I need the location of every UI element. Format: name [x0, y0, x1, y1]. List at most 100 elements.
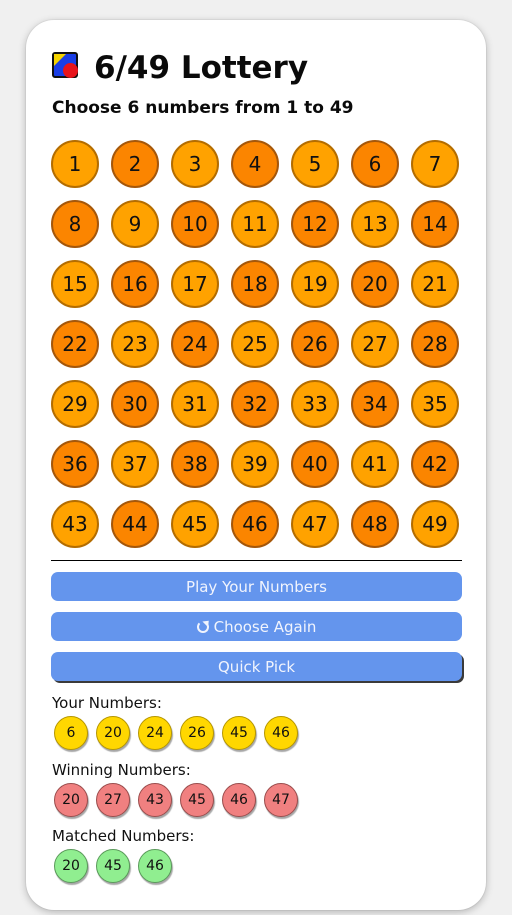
number-cell: 35 — [410, 379, 470, 439]
number-cell: 27 — [350, 319, 410, 379]
number-ball-18[interactable]: 18 — [231, 260, 279, 308]
number-cell: 17 — [170, 259, 230, 319]
number-ball-37[interactable]: 37 — [111, 440, 159, 488]
number-ball-29[interactable]: 29 — [51, 380, 99, 428]
page-title: 6/49 Lottery — [94, 50, 309, 86]
number-cell: 40 — [290, 439, 350, 499]
number-ball-9[interactable]: 9 — [111, 200, 159, 248]
number-cell: 30 — [110, 379, 170, 439]
number-cell: 21 — [410, 259, 470, 319]
number-ball-35[interactable]: 35 — [411, 380, 459, 428]
quick-pick-button[interactable]: Quick Pick — [51, 652, 462, 681]
your-number-ball: 6 — [54, 716, 88, 750]
play-numbers-button[interactable]: Play Your Numbers — [51, 572, 462, 601]
number-ball-23[interactable]: 23 — [111, 320, 159, 368]
number-ball-24[interactable]: 24 — [171, 320, 219, 368]
number-ball-34[interactable]: 34 — [351, 380, 399, 428]
number-ball-47[interactable]: 47 — [291, 500, 339, 548]
winning-number-ball: 47 — [264, 783, 298, 817]
winning-number-ball: 46 — [222, 783, 256, 817]
number-ball-4[interactable]: 4 — [231, 140, 279, 188]
instructions: Choose 6 numbers from 1 to 49 — [52, 98, 354, 118]
number-ball-48[interactable]: 48 — [351, 500, 399, 548]
number-ball-40[interactable]: 40 — [291, 440, 339, 488]
matched-number-ball: 20 — [54, 849, 88, 883]
number-cell: 37 — [110, 439, 170, 499]
number-ball-22[interactable]: 22 — [51, 320, 99, 368]
number-cell: 28 — [410, 319, 470, 379]
number-ball-44[interactable]: 44 — [111, 500, 159, 548]
number-ball-41[interactable]: 41 — [351, 440, 399, 488]
number-cell: 22 — [50, 319, 110, 379]
number-ball-3[interactable]: 3 — [171, 140, 219, 188]
number-ball-32[interactable]: 32 — [231, 380, 279, 428]
number-ball-17[interactable]: 17 — [171, 260, 219, 308]
number-ball-21[interactable]: 21 — [411, 260, 459, 308]
number-cell: 38 — [170, 439, 230, 499]
number-cell: 24 — [170, 319, 230, 379]
number-cell: 14 — [410, 199, 470, 259]
number-cell: 39 — [230, 439, 290, 499]
number-cell: 4 — [230, 139, 290, 199]
matched-number-ball: 46 — [138, 849, 172, 883]
your-number-ball: 20 — [96, 716, 130, 750]
number-cell: 12 — [290, 199, 350, 259]
number-ball-20[interactable]: 20 — [351, 260, 399, 308]
play-numbers-label: Play Your Numbers — [186, 577, 327, 596]
number-cell: 19 — [290, 259, 350, 319]
number-cell: 8 — [50, 199, 110, 259]
number-cell: 2 — [110, 139, 170, 199]
number-cell: 16 — [110, 259, 170, 319]
header: 6/49 Lottery — [52, 46, 308, 90]
number-cell: 25 — [230, 319, 290, 379]
number-cell: 23 — [110, 319, 170, 379]
number-ball-15[interactable]: 15 — [51, 260, 99, 308]
number-ball-25[interactable]: 25 — [231, 320, 279, 368]
number-ball-38[interactable]: 38 — [171, 440, 219, 488]
number-cell: 49 — [410, 499, 470, 559]
number-cell: 7 — [410, 139, 470, 199]
number-ball-14[interactable]: 14 — [411, 200, 459, 248]
number-ball-42[interactable]: 42 — [411, 440, 459, 488]
number-ball-10[interactable]: 10 — [171, 200, 219, 248]
number-ball-28[interactable]: 28 — [411, 320, 459, 368]
number-ball-46[interactable]: 46 — [231, 500, 279, 548]
number-ball-6[interactable]: 6 — [351, 140, 399, 188]
number-cell: 41 — [350, 439, 410, 499]
number-cell: 33 — [290, 379, 350, 439]
number-ball-5[interactable]: 5 — [291, 140, 339, 188]
choose-again-button[interactable]: Choose Again — [51, 612, 462, 641]
number-ball-49[interactable]: 49 — [411, 500, 459, 548]
lottery-card: 6/49 Lottery Choose 6 numbers from 1 to … — [26, 20, 486, 910]
number-ball-19[interactable]: 19 — [291, 260, 339, 308]
your-number-ball: 24 — [138, 716, 172, 750]
number-ball-2[interactable]: 2 — [111, 140, 159, 188]
number-ball-31[interactable]: 31 — [171, 380, 219, 428]
number-cell: 43 — [50, 499, 110, 559]
number-cell: 26 — [290, 319, 350, 379]
number-ball-33[interactable]: 33 — [291, 380, 339, 428]
number-ball-7[interactable]: 7 — [411, 140, 459, 188]
number-ball-45[interactable]: 45 — [171, 500, 219, 548]
divider — [51, 560, 462, 561]
number-ball-27[interactable]: 27 — [351, 320, 399, 368]
number-ball-8[interactable]: 8 — [51, 200, 99, 248]
number-ball-36[interactable]: 36 — [51, 440, 99, 488]
number-cell: 42 — [410, 439, 470, 499]
number-ball-11[interactable]: 11 — [231, 200, 279, 248]
number-ball-1[interactable]: 1 — [51, 140, 99, 188]
number-ball-30[interactable]: 30 — [111, 380, 159, 428]
number-ball-39[interactable]: 39 — [231, 440, 279, 488]
number-ball-43[interactable]: 43 — [51, 500, 99, 548]
number-cell: 44 — [110, 499, 170, 559]
winning-number-ball: 43 — [138, 783, 172, 817]
number-cell: 11 — [230, 199, 290, 259]
number-ball-12[interactable]: 12 — [291, 200, 339, 248]
number-cell: 34 — [350, 379, 410, 439]
winning-numbers-row: 20 27 43 45 46 47 — [54, 783, 298, 817]
number-ball-16[interactable]: 16 — [111, 260, 159, 308]
number-ball-26[interactable]: 26 — [291, 320, 339, 368]
your-number-ball: 46 — [264, 716, 298, 750]
number-ball-13[interactable]: 13 — [351, 200, 399, 248]
number-cell: 48 — [350, 499, 410, 559]
